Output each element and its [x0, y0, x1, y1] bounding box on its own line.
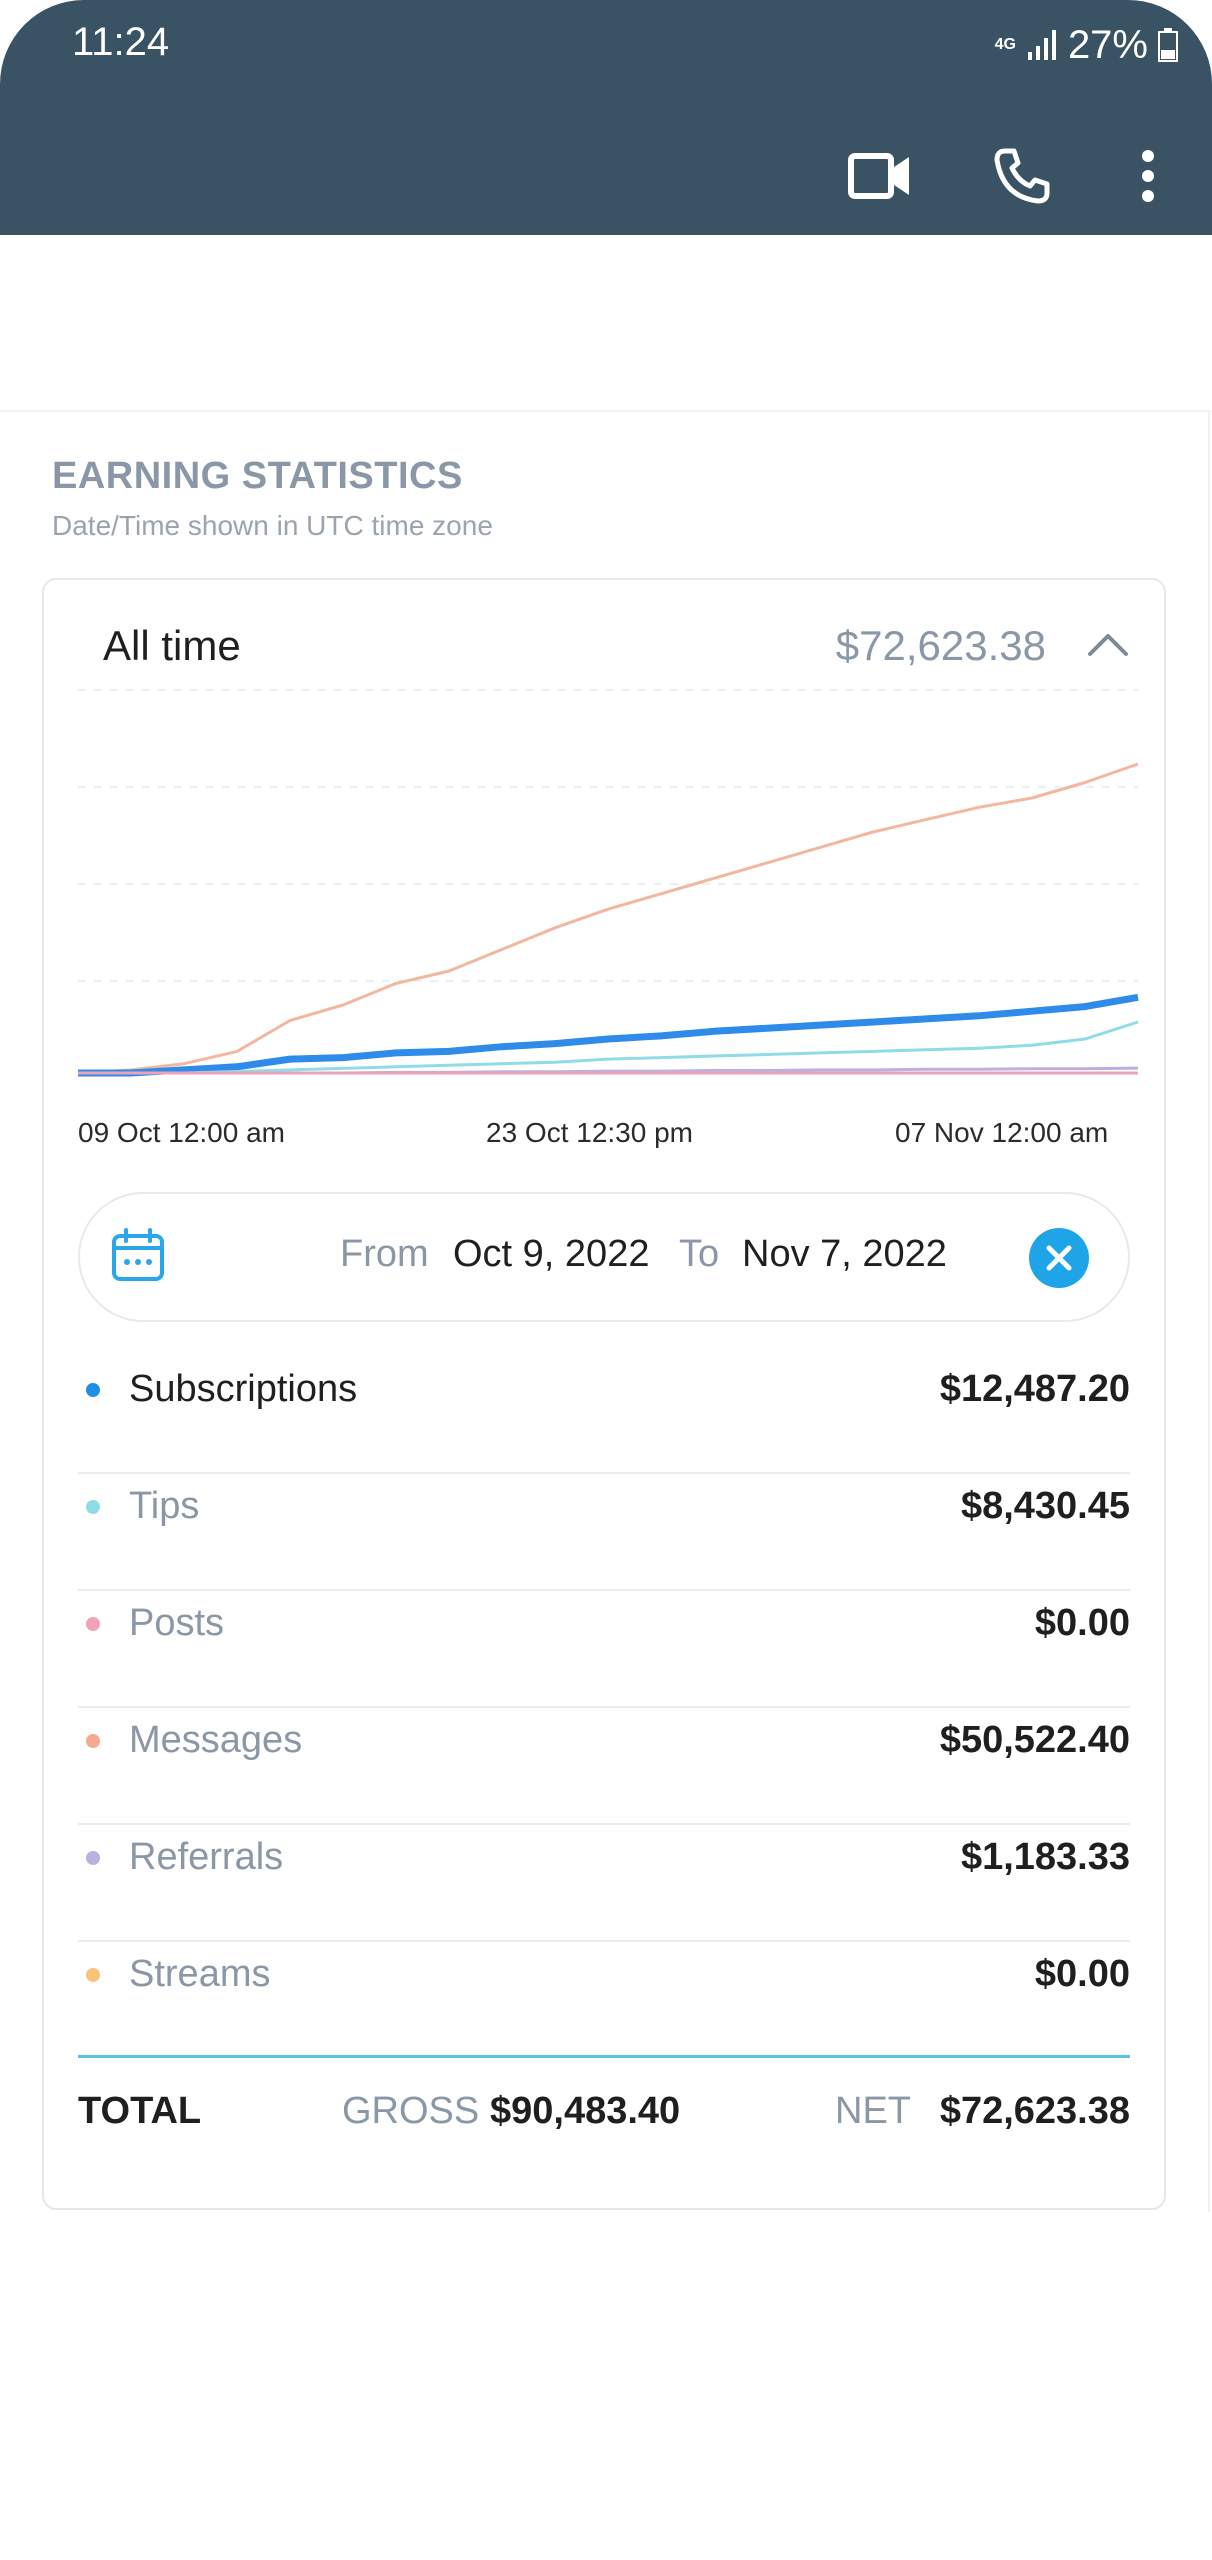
series-line-subscriptions [78, 993, 1139, 1077]
period-label: All time [103, 622, 241, 669]
collapse-toggle[interactable] [1086, 630, 1130, 665]
row-divider [78, 1589, 1130, 1591]
row-label: Subscriptions [129, 1368, 358, 1410]
legend-dot [86, 1383, 100, 1397]
net-value: $72,623.38 [939, 2090, 1130, 2132]
legend-dot [86, 1734, 100, 1748]
row-label: Tips [129, 1485, 200, 1527]
page-edge [1208, 412, 1210, 2212]
row-value: $8,430.45 [960, 1485, 1130, 1527]
calendar-icon[interactable] [110, 1227, 166, 1283]
row-divider [78, 1706, 1130, 1708]
to-date[interactable]: Nov 7, 2022 [742, 1233, 947, 1276]
gross-value: $90,483.40 [490, 2090, 681, 2132]
row-value: $1,183.33 [960, 1836, 1130, 1878]
signal-icon [1027, 30, 1056, 60]
status-icons: 4G 27% [995, 20, 1178, 70]
video-call-icon [848, 153, 909, 199]
row-value: $12,487.20 [939, 1368, 1130, 1410]
total-label: TOTAL [78, 2090, 202, 2132]
header-divider [0, 410, 1212, 412]
more-options-button[interactable] [1128, 140, 1168, 212]
row-label: Streams [129, 1953, 271, 1995]
row-label: Referrals [129, 1836, 284, 1878]
network-type: 4G [994, 36, 1016, 53]
row-value: $50,522.40 [939, 1719, 1130, 1761]
close-icon [1046, 1245, 1072, 1271]
x-tick-label: 09 Oct 12:00 am [78, 1117, 286, 1148]
row-divider [78, 1823, 1130, 1825]
row-value: $0.00 [1034, 1602, 1130, 1644]
video-call-button[interactable] [838, 140, 922, 212]
phone-call-button[interactable] [980, 140, 1064, 212]
to-label: To [679, 1233, 720, 1275]
row-label: Messages [129, 1719, 303, 1761]
row-label: Posts [129, 1602, 225, 1644]
battery-icon [1158, 28, 1178, 62]
from-label: From [340, 1233, 429, 1275]
chevron-up-icon [1088, 634, 1128, 656]
period-total: $72,623.38 [835, 622, 1046, 669]
from-date[interactable]: Oct 9, 2022 [453, 1233, 649, 1276]
total-divider [78, 2055, 1130, 2058]
row-value: $0.00 [1034, 1953, 1130, 1995]
legend-dot [86, 1968, 100, 1982]
legend-dot [86, 1617, 100, 1631]
legend-dot [86, 1500, 100, 1514]
battery-percent: 27% [1067, 22, 1148, 67]
legend-dot [86, 1851, 100, 1865]
net-label: NET [835, 2090, 911, 2132]
phone-icon [994, 148, 1050, 204]
status-time: 11:24 [72, 20, 170, 64]
clear-date-button[interactable] [1029, 1228, 1089, 1288]
x-tick-label: 23 Oct 12:30 pm [486, 1117, 694, 1148]
section-title: EARNING STATISTICS [52, 455, 463, 497]
more-vert-icon [1142, 150, 1154, 202]
row-divider [78, 1472, 1130, 1474]
row-divider [78, 1940, 1130, 1942]
gross-label: GROSS [342, 2090, 480, 2132]
series-line-messages [77, 762, 1139, 1075]
x-tick-label: 07 Nov 12:00 am [895, 1117, 1109, 1148]
earnings-chart [77, 689, 1139, 1077]
section-subtitle: Date/Time shown in UTC time zone [52, 510, 493, 541]
